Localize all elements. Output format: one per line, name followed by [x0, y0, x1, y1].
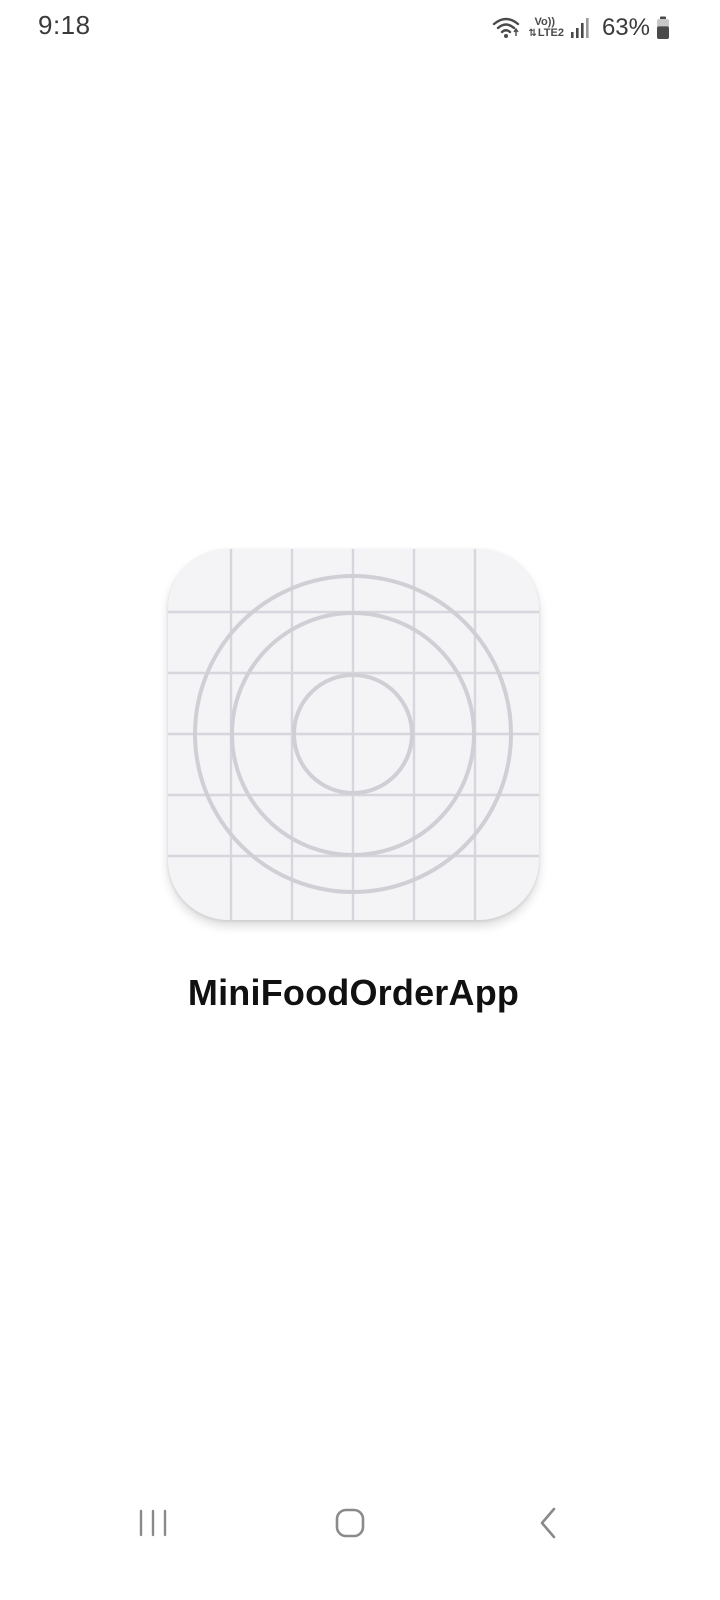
battery-icon: [656, 16, 670, 40]
status-bar: 9:18 Vo)) ⇅ LTE2 63%: [0, 0, 720, 54]
recents-button[interactable]: [123, 1502, 183, 1548]
placeholder-app-icon: [168, 549, 539, 920]
home-icon: [334, 1507, 366, 1544]
back-button[interactable]: [518, 1502, 578, 1548]
home-button[interactable]: [320, 1502, 380, 1548]
status-time: 9:18: [38, 10, 91, 40]
navigation-bar: [0, 1480, 720, 1570]
app-name: MiniFoodOrderApp: [187, 972, 520, 1013]
app-icon-container: [168, 549, 539, 920]
signal-icon: [570, 17, 590, 39]
lte-label: LTE2: [537, 27, 564, 39]
wifi-icon: [492, 16, 520, 40]
recents-icon: [138, 1509, 168, 1542]
data-arrows-icon: ⇅: [528, 27, 537, 39]
battery-percent: 63%: [601, 14, 650, 41]
lte-icon: Vo)) ⇅ LTE2: [528, 17, 563, 39]
status-icons: Vo)) ⇅ LTE2 63%: [492, 12, 670, 44]
splash-screen: 9:18 Vo)) ⇅ LTE2 63% MiniFoodOrderApp: [0, 0, 720, 1600]
back-icon: [537, 1507, 559, 1544]
